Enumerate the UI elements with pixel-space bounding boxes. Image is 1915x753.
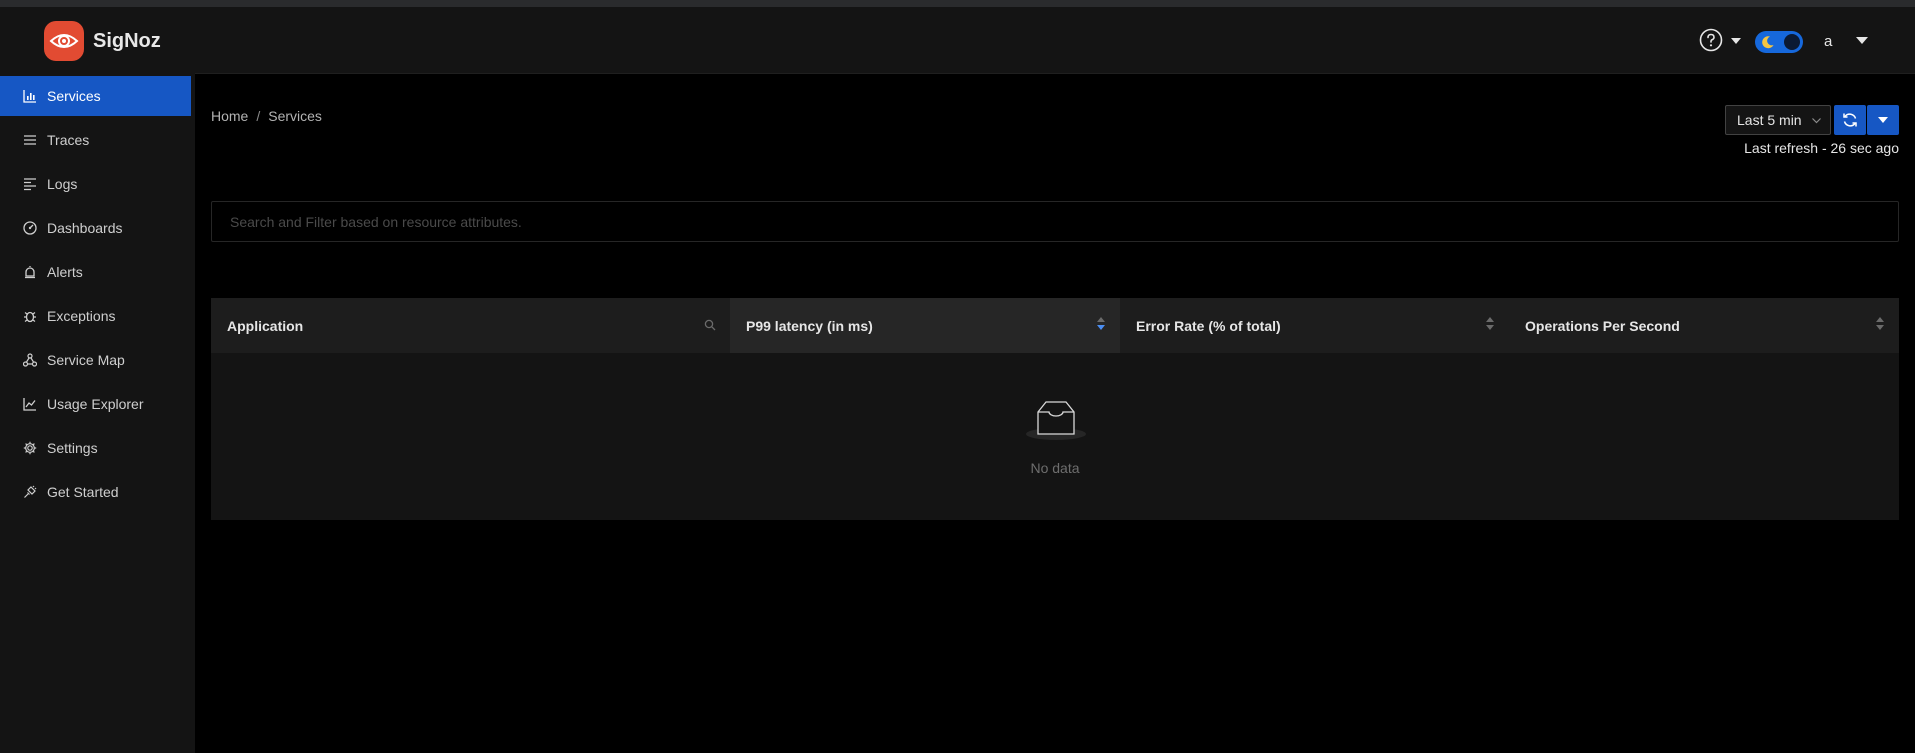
sidebar-item-label: Get Started — [47, 484, 119, 500]
app-logo[interactable]: SigNoz — [44, 21, 161, 61]
breadcrumb-current: Services — [268, 108, 322, 124]
dashboard-icon — [22, 220, 38, 236]
theme-toggle[interactable] — [1755, 31, 1803, 53]
sidebar-item-label: Services — [47, 88, 101, 104]
sidebar-item-label: Service Map — [47, 352, 125, 368]
gear-icon — [22, 440, 38, 456]
toggle-knob — [1784, 34, 1800, 50]
empty-state-text: No data — [1030, 460, 1080, 476]
chevron-down-icon — [1812, 118, 1821, 124]
app-name: SigNoz — [93, 29, 161, 52]
column-header-operations-per-second[interactable]: Operations Per Second — [1509, 298, 1899, 353]
time-range-select[interactable]: Last 5 min — [1725, 105, 1831, 135]
bug-icon — [22, 308, 38, 324]
column-header-application[interactable]: Application — [211, 298, 730, 353]
alert-bell-icon — [22, 264, 38, 280]
signoz-eye-icon — [44, 21, 84, 61]
sort-icon[interactable] — [1485, 316, 1495, 334]
line-chart-icon — [22, 396, 38, 412]
sidebar-item-logs[interactable]: Logs — [0, 164, 191, 204]
sidebar-item-settings[interactable]: Settings — [0, 428, 191, 468]
help-caret-down-icon[interactable] — [1731, 38, 1741, 44]
sidebar-item-service-map[interactable]: Service Map — [0, 340, 191, 380]
sync-icon — [1843, 113, 1857, 127]
sidebar-item-label: Usage Explorer — [47, 396, 144, 412]
sidebar-item-label: Settings — [47, 440, 98, 456]
api-plug-icon — [22, 484, 38, 500]
sidebar-item-label: Alerts — [47, 264, 83, 280]
sidebar-item-label: Exceptions — [47, 308, 116, 324]
breadcrumb-home[interactable]: Home — [211, 108, 248, 124]
caret-down-icon — [1878, 117, 1888, 123]
column-title: Application — [227, 317, 304, 334]
column-title: Operations Per Second — [1525, 317, 1680, 334]
sort-icon[interactable] — [1096, 316, 1106, 334]
sidebar-item-dashboards[interactable]: Dashboards — [0, 208, 191, 248]
refresh-interval-dropdown-button[interactable] — [1867, 105, 1899, 135]
empty-state: No data — [211, 353, 1899, 520]
last-refresh-text: Last refresh - 26 sec ago — [1744, 140, 1899, 156]
sidebar-item-label: Traces — [47, 132, 90, 148]
sidebar-item-label: Logs — [47, 176, 78, 192]
column-header-p99-latency[interactable]: P99 latency (in ms) — [730, 298, 1120, 353]
user-menu-caret-icon[interactable] — [1856, 37, 1868, 44]
align-left-icon — [22, 176, 38, 192]
sidebar-item-get-started[interactable]: Get Started — [0, 472, 191, 512]
sidebar-item-exceptions[interactable]: Exceptions — [0, 296, 191, 336]
column-header-error-rate[interactable]: Error Rate (% of total) — [1120, 298, 1509, 353]
sidebar-item-label: Dashboards — [47, 220, 123, 236]
empty-inbox-icon — [1026, 401, 1086, 440]
moon-icon — [1762, 36, 1774, 49]
refresh-button[interactable] — [1834, 105, 1866, 135]
menu-list-icon — [22, 132, 38, 148]
sidebar-item-traces[interactable]: Traces — [0, 120, 191, 160]
breadcrumb: Home / Services — [211, 108, 322, 124]
search-icon[interactable] — [704, 319, 716, 331]
time-range-value: Last 5 min — [1737, 112, 1802, 128]
breadcrumb-separator: / — [256, 108, 261, 124]
services-table: Application P99 latency (in ms) Error Ra… — [211, 298, 1899, 520]
sort-icon[interactable] — [1875, 316, 1885, 334]
deployment-unit-icon — [22, 352, 38, 368]
sidebar: Services Traces Logs Dashboards Alerts E… — [0, 73, 195, 753]
table-header: Application P99 latency (in ms) Error Ra… — [211, 298, 1899, 353]
sidebar-item-alerts[interactable]: Alerts — [0, 252, 191, 292]
user-avatar-name[interactable]: a — [1824, 33, 1832, 50]
column-title: Error Rate (% of total) — [1136, 317, 1281, 334]
bar-chart-icon — [22, 88, 38, 104]
column-title: P99 latency (in ms) — [746, 317, 873, 334]
sidebar-item-services[interactable]: Services — [0, 76, 191, 116]
top-strip — [0, 0, 1915, 7]
sidebar-item-usage-explorer[interactable]: Usage Explorer — [0, 384, 191, 424]
help-icon[interactable] — [1699, 28, 1723, 52]
top-header: SigNoz a — [0, 7, 1915, 74]
resource-attribute-search-input[interactable] — [211, 201, 1899, 242]
